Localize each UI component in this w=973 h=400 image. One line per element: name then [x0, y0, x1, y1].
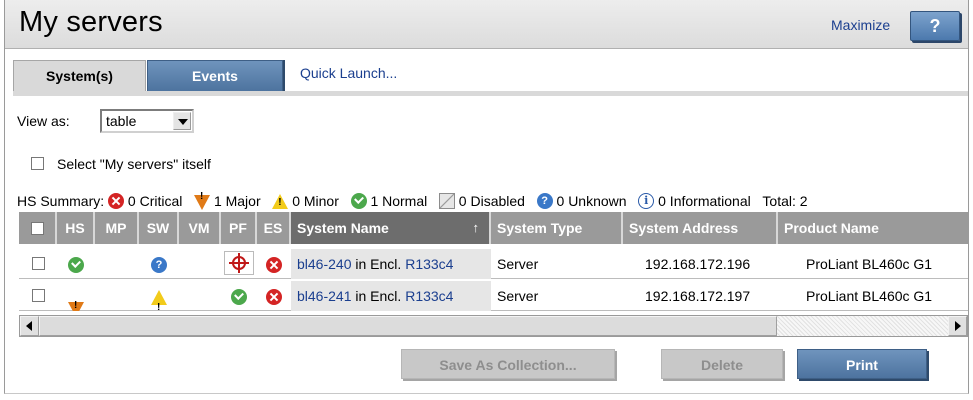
- minor-status-icon[interactable]: [151, 289, 167, 311]
- select-all-header: [19, 212, 57, 244]
- row-system-name: bl46-240 in Encl. R133c4: [291, 249, 491, 279]
- row-es: [257, 249, 291, 279]
- summary-major: 1 Major: [213, 193, 261, 210]
- col-hs[interactable]: HS: [57, 212, 95, 244]
- row-system-address: 192.168.172.197: [645, 288, 751, 304]
- scroll-left-icon[interactable]: [20, 316, 39, 336]
- tab-systems[interactable]: System(s): [13, 60, 146, 91]
- chevron-down-icon[interactable]: [173, 112, 191, 130]
- portlet-frame: My servers Maximize ? System(s) Events Q…: [4, 0, 969, 394]
- scroll-right-icon[interactable]: [948, 316, 967, 336]
- row-select: [19, 281, 57, 311]
- row-system-type: Server: [497, 256, 539, 272]
- summary-informational: 0 Informational: [658, 193, 751, 210]
- row-system-address: 192.168.172.196: [645, 256, 751, 272]
- row-select: [19, 249, 57, 279]
- enclosure-text: in Encl.: [355, 256, 402, 272]
- normal-status-icon[interactable]: [68, 257, 84, 274]
- col-system-address[interactable]: System Address: [623, 212, 778, 244]
- table-row[interactable]: ? bl46-240 in Encl. R133c4 Server 192.16…: [19, 249, 968, 279]
- row-product-name: ProLiant BL460c G1: [806, 288, 933, 304]
- save-as-collection-button[interactable]: Save As Collection...: [401, 349, 615, 379]
- row-checkbox[interactable]: [31, 257, 45, 270]
- page-title: My servers: [19, 6, 163, 38]
- help-button[interactable]: ?: [910, 11, 960, 41]
- col-system-name-label: System Name: [297, 220, 389, 236]
- critical-status-icon: [108, 193, 125, 210]
- hs-summary-label: HS Summary:: [17, 193, 105, 210]
- tab-bar: System(s) Events Quick Launch...: [5, 58, 968, 94]
- summary-unknown: 0 Unknown: [556, 193, 627, 210]
- minor-status-icon: [272, 193, 289, 209]
- row-system-type: Server: [497, 288, 539, 304]
- sort-ascending-icon: ↑: [472, 220, 480, 235]
- portlet-header: My servers Maximize ?: [5, 0, 968, 49]
- col-sw[interactable]: SW: [139, 212, 179, 244]
- view-as-label: View as:: [17, 113, 70, 129]
- col-es[interactable]: ES: [257, 212, 291, 244]
- enclosure-link[interactable]: R133c4: [405, 256, 453, 272]
- summary-critical: 0 Critical: [127, 193, 183, 210]
- row-es: [257, 281, 291, 311]
- view-as-select[interactable]: table: [100, 109, 194, 133]
- row-sw: ?: [139, 249, 179, 279]
- view-as-value: table: [106, 113, 137, 129]
- col-system-name[interactable]: System Name ↑: [291, 212, 491, 244]
- enclosure-link[interactable]: R133c4: [405, 288, 453, 304]
- select-self-checkbox[interactable]: [31, 157, 44, 170]
- system-name-link[interactable]: bl46-241: [297, 288, 352, 304]
- col-system-type[interactable]: System Type: [491, 212, 623, 244]
- row-pf: [221, 281, 257, 311]
- tab-underline: [13, 91, 968, 96]
- row-product-name: ProLiant BL460c G1: [806, 256, 933, 272]
- summary-minor: 0 Minor: [292, 193, 339, 210]
- unknown-status-icon: ?: [536, 193, 553, 210]
- table-row[interactable]: bl46-241 in Encl. R133c4 Server 192.168.…: [19, 281, 968, 311]
- row-checkbox[interactable]: [31, 289, 45, 302]
- col-product-name[interactable]: Product Name: [778, 212, 968, 244]
- target-icon[interactable]: [224, 251, 254, 275]
- enclosure-text: in Encl.: [355, 288, 402, 304]
- col-vm[interactable]: VM: [179, 212, 221, 244]
- critical-status-icon[interactable]: [266, 289, 282, 306]
- hs-summary: HS Summary: 0 Critical 1 Major 0 Minor 1…: [17, 191, 808, 211]
- normal-status-icon: [350, 193, 367, 210]
- row-sw: [139, 281, 179, 311]
- col-pf[interactable]: PF: [221, 212, 257, 244]
- critical-status-icon[interactable]: [266, 257, 282, 274]
- select-all-checkbox[interactable]: [30, 222, 44, 235]
- quick-launch-link[interactable]: Quick Launch...: [300, 58, 397, 88]
- print-button[interactable]: Print: [797, 349, 927, 379]
- tab-events[interactable]: Events: [147, 60, 283, 91]
- horizontal-scrollbar[interactable]: [19, 315, 968, 337]
- summary-disabled: 0 Disabled: [458, 193, 525, 210]
- select-self-label: Select "My servers" itself: [57, 156, 211, 172]
- major-status-icon[interactable]: [68, 291, 84, 311]
- row-hs: [57, 249, 95, 279]
- row-system-name: bl46-241 in Encl. R133c4: [291, 281, 491, 311]
- table-header: HS MP SW VM PF ES System Name ↑ System T…: [19, 212, 968, 244]
- system-name-link[interactable]: bl46-240: [297, 256, 352, 272]
- row-hs: [57, 281, 95, 311]
- major-status-icon: [194, 191, 211, 211]
- delete-button[interactable]: Delete: [661, 349, 783, 379]
- scrollbar-thumb[interactable]: [39, 316, 777, 336]
- summary-normal: 1 Normal: [370, 193, 428, 210]
- maximize-link[interactable]: Maximize: [831, 17, 890, 33]
- normal-status-icon[interactable]: [231, 289, 247, 306]
- row-pf: [221, 249, 257, 279]
- col-mp[interactable]: MP: [95, 212, 139, 244]
- info-status-icon: i: [638, 193, 655, 210]
- summary-total: Total: 2: [762, 193, 808, 210]
- disabled-status-icon: [438, 193, 455, 210]
- unknown-status-icon[interactable]: ?: [151, 257, 167, 274]
